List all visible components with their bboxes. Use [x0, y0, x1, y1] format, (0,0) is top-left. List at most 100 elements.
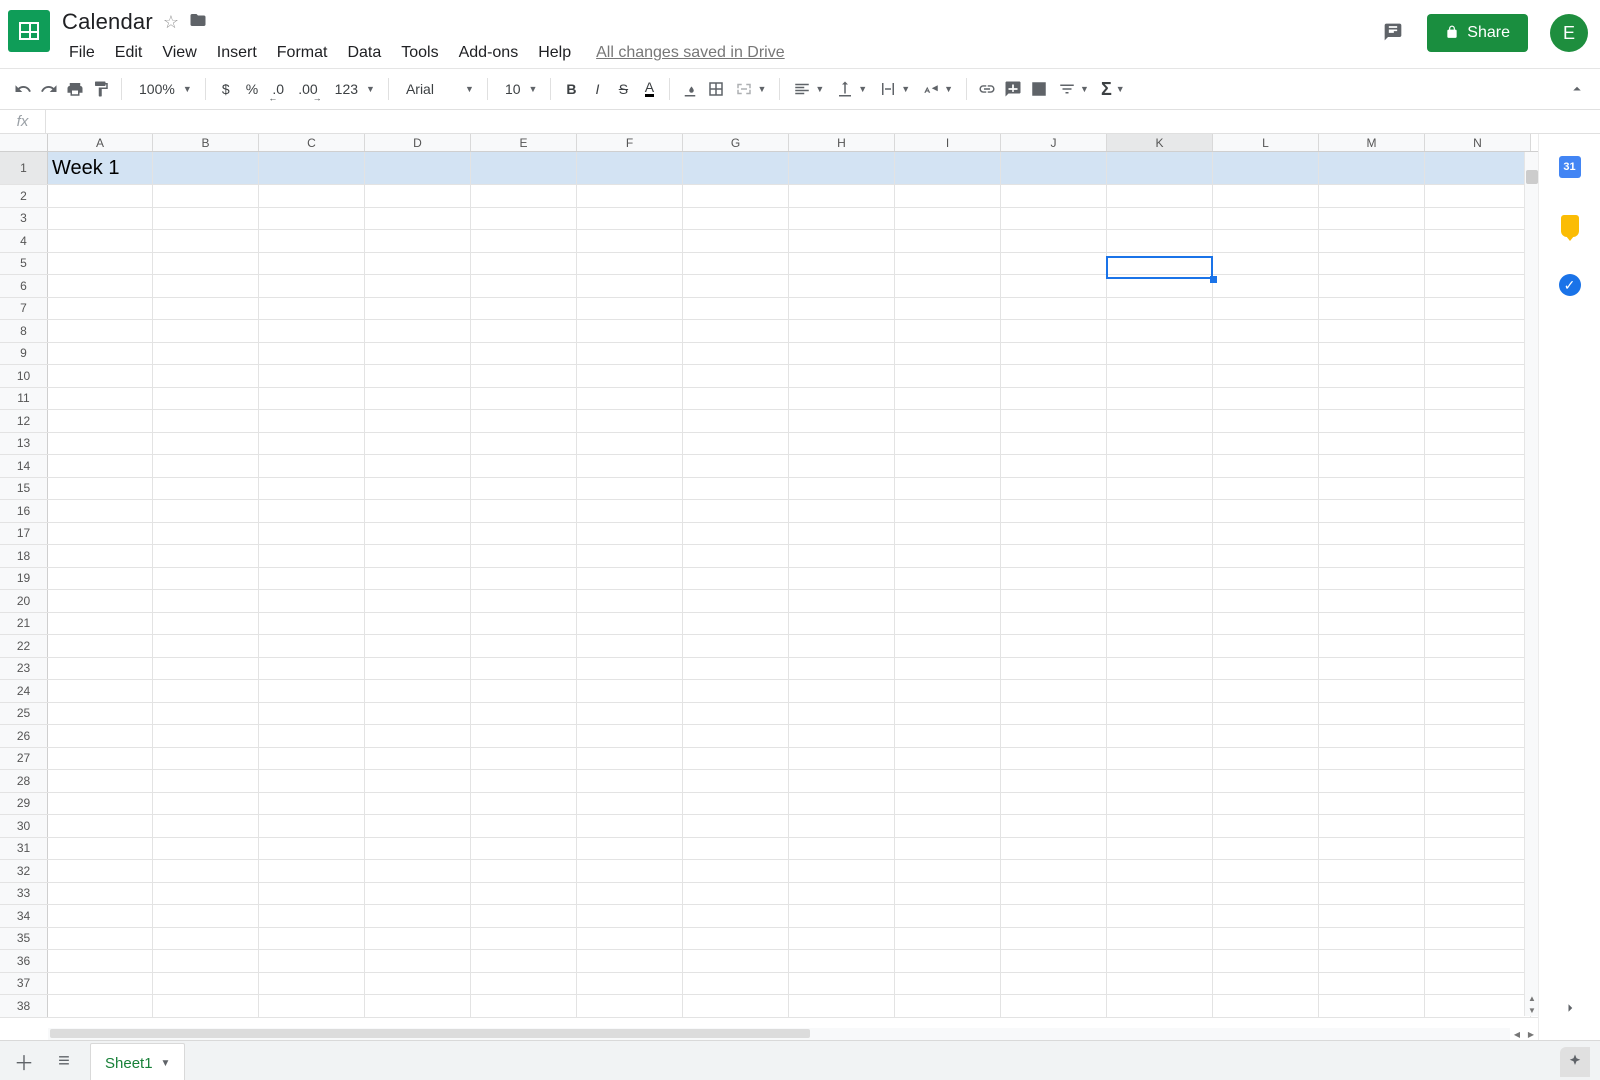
cell-G37[interactable]: [683, 973, 789, 995]
cell-N15[interactable]: [1425, 478, 1531, 500]
cell-I14[interactable]: [895, 455, 1001, 477]
cell-L7[interactable]: [1213, 298, 1319, 320]
cell-I8[interactable]: [895, 320, 1001, 342]
italic-button[interactable]: I: [584, 75, 610, 103]
cell-C2[interactable]: [259, 185, 365, 207]
cell-A1[interactable]: Week 1: [48, 152, 153, 184]
cell-L9[interactable]: [1213, 343, 1319, 365]
cell-N37[interactable]: [1425, 973, 1531, 995]
cell-H37[interactable]: [789, 973, 895, 995]
cell-L37[interactable]: [1213, 973, 1319, 995]
cell-B18[interactable]: [153, 545, 259, 567]
cell-K33[interactable]: [1107, 883, 1213, 905]
cell-F5[interactable]: [577, 253, 683, 275]
cell-C15[interactable]: [259, 478, 365, 500]
cell-C26[interactable]: [259, 725, 365, 747]
cell-N27[interactable]: [1425, 748, 1531, 770]
cell-G26[interactable]: [683, 725, 789, 747]
cell-N23[interactable]: [1425, 658, 1531, 680]
cell-F19[interactable]: [577, 568, 683, 590]
cell-F18[interactable]: [577, 545, 683, 567]
cell-C6[interactable]: [259, 275, 365, 297]
explore-button[interactable]: [1560, 1047, 1590, 1077]
cell-J2[interactable]: [1001, 185, 1107, 207]
cell-D5[interactable]: [365, 253, 471, 275]
cell-B4[interactable]: [153, 230, 259, 252]
cell-J30[interactable]: [1001, 815, 1107, 837]
cell-J1[interactable]: [1001, 152, 1107, 184]
cell-I15[interactable]: [895, 478, 1001, 500]
cell-F29[interactable]: [577, 793, 683, 815]
cell-I4[interactable]: [895, 230, 1001, 252]
cell-B21[interactable]: [153, 613, 259, 635]
cell-L17[interactable]: [1213, 523, 1319, 545]
cell-B35[interactable]: [153, 928, 259, 950]
cell-F15[interactable]: [577, 478, 683, 500]
cell-C31[interactable]: [259, 838, 365, 860]
cell-E4[interactable]: [471, 230, 577, 252]
cell-A11[interactable]: [48, 388, 153, 410]
column-header-G[interactable]: G: [683, 134, 789, 151]
cell-A4[interactable]: [48, 230, 153, 252]
cell-D17[interactable]: [365, 523, 471, 545]
row-header[interactable]: 9: [0, 343, 48, 365]
cell-N1[interactable]: [1425, 152, 1531, 184]
cell-M28[interactable]: [1319, 770, 1425, 792]
cell-L20[interactable]: [1213, 590, 1319, 612]
functions-dropdown[interactable]: Σ▼: [1095, 79, 1131, 100]
row-header[interactable]: 21: [0, 613, 48, 635]
cell-K19[interactable]: [1107, 568, 1213, 590]
cell-C7[interactable]: [259, 298, 365, 320]
cell-J11[interactable]: [1001, 388, 1107, 410]
cell-B36[interactable]: [153, 950, 259, 972]
cell-L21[interactable]: [1213, 613, 1319, 635]
cell-I36[interactable]: [895, 950, 1001, 972]
cell-L5[interactable]: [1213, 253, 1319, 275]
cell-C23[interactable]: [259, 658, 365, 680]
cell-H23[interactable]: [789, 658, 895, 680]
cell-B33[interactable]: [153, 883, 259, 905]
cell-N13[interactable]: [1425, 433, 1531, 455]
row-header[interactable]: 11: [0, 388, 48, 410]
cell-G25[interactable]: [683, 703, 789, 725]
cell-I28[interactable]: [895, 770, 1001, 792]
row-header[interactable]: 24: [0, 680, 48, 702]
cell-M9[interactable]: [1319, 343, 1425, 365]
cell-F4[interactable]: [577, 230, 683, 252]
cell-J15[interactable]: [1001, 478, 1107, 500]
cell-D21[interactable]: [365, 613, 471, 635]
cell-D15[interactable]: [365, 478, 471, 500]
cell-D33[interactable]: [365, 883, 471, 905]
cell-K17[interactable]: [1107, 523, 1213, 545]
cell-B29[interactable]: [153, 793, 259, 815]
menu-format[interactable]: Format: [270, 42, 335, 64]
cell-F22[interactable]: [577, 635, 683, 657]
cell-E1[interactable]: [471, 152, 577, 184]
cell-B8[interactable]: [153, 320, 259, 342]
vertical-scroll-thumb[interactable]: [1526, 170, 1538, 184]
cell-B6[interactable]: [153, 275, 259, 297]
cell-J28[interactable]: [1001, 770, 1107, 792]
cell-I25[interactable]: [895, 703, 1001, 725]
cell-C27[interactable]: [259, 748, 365, 770]
cell-A33[interactable]: [48, 883, 153, 905]
cell-H2[interactable]: [789, 185, 895, 207]
cell-G1[interactable]: [683, 152, 789, 184]
cell-I12[interactable]: [895, 410, 1001, 432]
row-header[interactable]: 31: [0, 838, 48, 860]
cell-K15[interactable]: [1107, 478, 1213, 500]
cell-B34[interactable]: [153, 905, 259, 927]
cell-C36[interactable]: [259, 950, 365, 972]
cell-F7[interactable]: [577, 298, 683, 320]
cell-N12[interactable]: [1425, 410, 1531, 432]
cell-A36[interactable]: [48, 950, 153, 972]
cell-N14[interactable]: [1425, 455, 1531, 477]
cell-L31[interactable]: [1213, 838, 1319, 860]
cell-C30[interactable]: [259, 815, 365, 837]
cell-D36[interactable]: [365, 950, 471, 972]
cell-E16[interactable]: [471, 500, 577, 522]
cell-B19[interactable]: [153, 568, 259, 590]
row-header[interactable]: 32: [0, 860, 48, 882]
cell-F24[interactable]: [577, 680, 683, 702]
cell-J24[interactable]: [1001, 680, 1107, 702]
